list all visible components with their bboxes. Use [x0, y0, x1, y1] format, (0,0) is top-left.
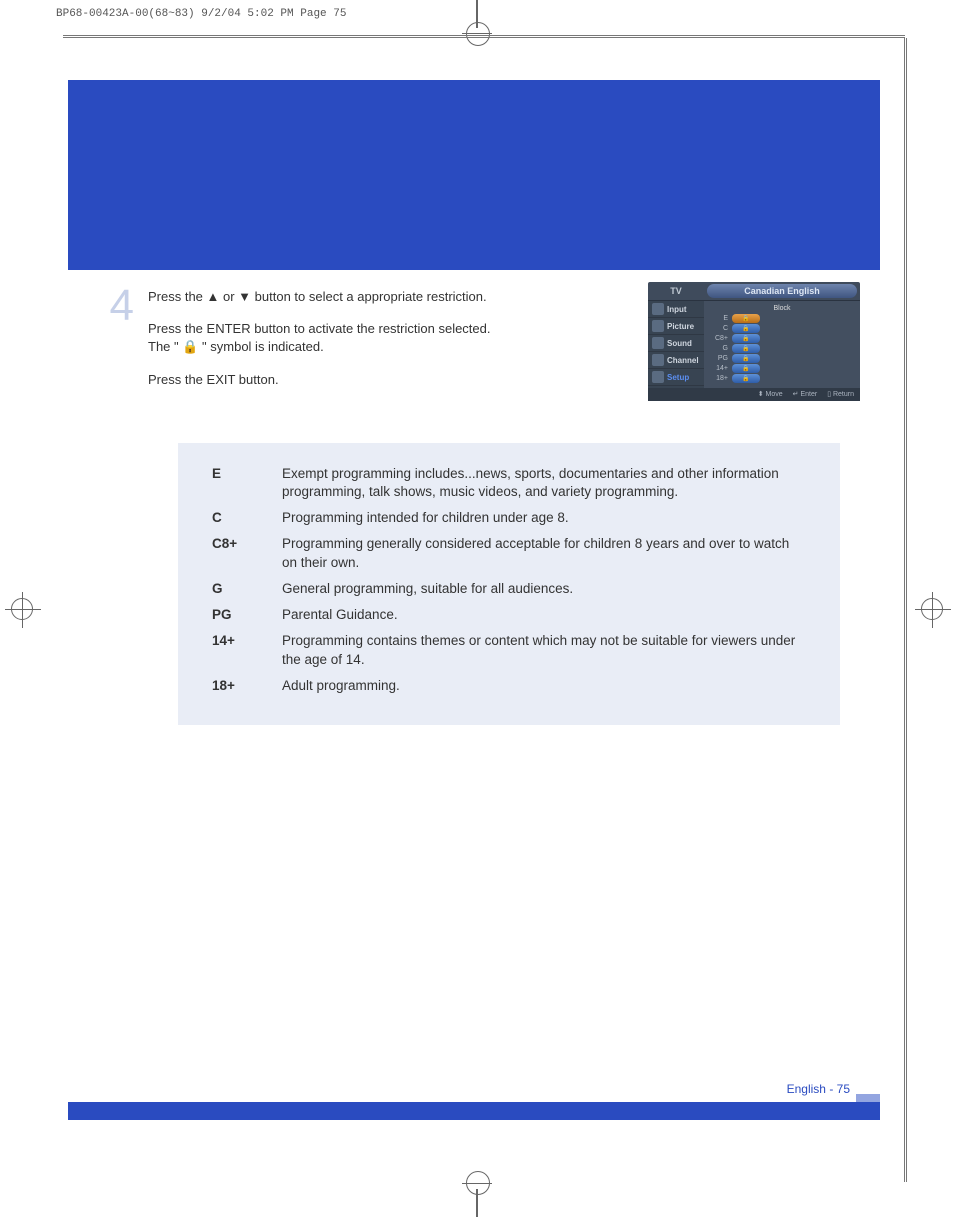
rating-key: PG: [212, 606, 256, 624]
osd-rating-18: 18+: [710, 375, 728, 382]
osd-rating-c: C: [710, 325, 728, 332]
setup-icon: [652, 371, 664, 383]
content-area: 4 Press the ▲ or ▼ button to select a ap…: [68, 270, 880, 725]
rating-row-14: 14+ Programming contains themes or conte…: [212, 632, 806, 668]
osd-footer: ⬍ Move ↵ Enter ▯ Return: [648, 388, 860, 401]
input-icon: [652, 303, 664, 315]
rating-desc: Parental Guidance.: [282, 606, 806, 624]
rating-key: E: [212, 465, 256, 501]
osd-footer-move: ⬍ Move: [758, 390, 783, 398]
crop-mark-top: [476, 0, 478, 28]
step-line-1: Press the ▲ or ▼ button to select a appr…: [148, 288, 630, 306]
crop-mark-right: [921, 598, 943, 620]
osd-pill-pg: 🔒: [732, 354, 760, 363]
rating-key: 18+: [212, 677, 256, 695]
osd-side-sound: Sound: [648, 335, 704, 352]
step-line-4: Press the EXIT button.: [148, 371, 630, 389]
rating-desc: Programming contains themes or content w…: [282, 632, 806, 668]
rating-row-e: E Exempt programming includes...news, sp…: [212, 465, 806, 501]
osd-footer-enter: ↵ Enter: [793, 390, 818, 398]
osd-tv-label: TV: [648, 283, 704, 299]
rating-desc: Programming generally considered accepta…: [282, 535, 806, 571]
page-number: English - 75: [787, 1082, 850, 1096]
osd-rating-g: G: [710, 345, 728, 352]
osd-pill-18: 🔒: [732, 374, 760, 383]
ratings-box: E Exempt programming includes...news, sp…: [178, 443, 840, 725]
step-line-3: The " 🔒 " symbol is indicated.: [148, 339, 324, 354]
page: 4 Press the ▲ or ▼ button to select a ap…: [68, 80, 880, 1120]
osd-title: Canadian English: [707, 284, 857, 298]
rating-desc: Adult programming.: [282, 677, 806, 695]
osd-sidebar: Input Picture Sound Channel Setup: [648, 301, 704, 388]
osd-footer-return: ▯ Return: [827, 390, 854, 398]
rating-row-c8: C8+ Programming generally considered acc…: [212, 535, 806, 571]
osd-side-input: Input: [648, 301, 704, 318]
picture-icon: [652, 320, 664, 332]
channel-icon: [652, 354, 664, 366]
rating-key: 14+: [212, 632, 256, 668]
osd-pill-c8: 🔒: [732, 334, 760, 343]
rating-key: C: [212, 509, 256, 527]
osd-screenshot: TV Canadian English Input Picture Sound …: [648, 282, 860, 401]
osd-rating-14: 14+: [710, 365, 728, 372]
rating-row-g: G General programming, suitable for all …: [212, 580, 806, 598]
step-line-2: Press the ENTER button to activate the r…: [148, 321, 491, 336]
print-header: BP68-00423A-00(68~83) 9/2/04 5:02 PM Pag…: [56, 8, 346, 20]
step-row: 4 Press the ▲ or ▼ button to select a ap…: [148, 282, 860, 403]
step-text: Press the ▲ or ▼ button to select a appr…: [148, 282, 630, 389]
rating-key: C8+: [212, 535, 256, 571]
osd-side-channel: Channel: [648, 352, 704, 369]
footer-band: [68, 1102, 880, 1120]
crop-mark-left: [11, 598, 33, 620]
rating-desc: General programming, suitable for all au…: [282, 580, 806, 598]
rating-row-18: 18+ Adult programming.: [212, 677, 806, 695]
osd-pill-14: 🔒: [732, 364, 760, 373]
rating-row-c: C Programming intended for children unde…: [212, 509, 806, 527]
osd-block-label: Block: [710, 305, 854, 312]
osd-pill-e: 🔒: [732, 314, 760, 323]
osd-side-setup: Setup: [648, 369, 704, 386]
header-band: [68, 80, 880, 270]
trim-line-top: [63, 35, 905, 38]
osd-rating-pg: PG: [710, 355, 728, 362]
rating-desc: Programming intended for children under …: [282, 509, 806, 527]
osd-rating-e: E: [710, 315, 728, 322]
step-number: 4: [102, 282, 134, 323]
osd-pill-c: 🔒: [732, 324, 760, 333]
osd-pill-g: 🔒: [732, 344, 760, 353]
rating-row-pg: PG Parental Guidance.: [212, 606, 806, 624]
rating-desc: Exempt programming includes...news, spor…: [282, 465, 806, 501]
osd-rating-c8: C8+: [710, 335, 728, 342]
osd-side-picture: Picture: [648, 318, 704, 335]
rating-key: G: [212, 580, 256, 598]
osd-main: Block E 🔒 C 🔒 C8+ 🔒 G 🔒 PG 🔒 14+ 🔒 18+ 🔒: [704, 301, 860, 388]
trim-line-right: [904, 38, 907, 1182]
sound-icon: [652, 337, 664, 349]
crop-mark-bottom: [476, 1189, 478, 1217]
